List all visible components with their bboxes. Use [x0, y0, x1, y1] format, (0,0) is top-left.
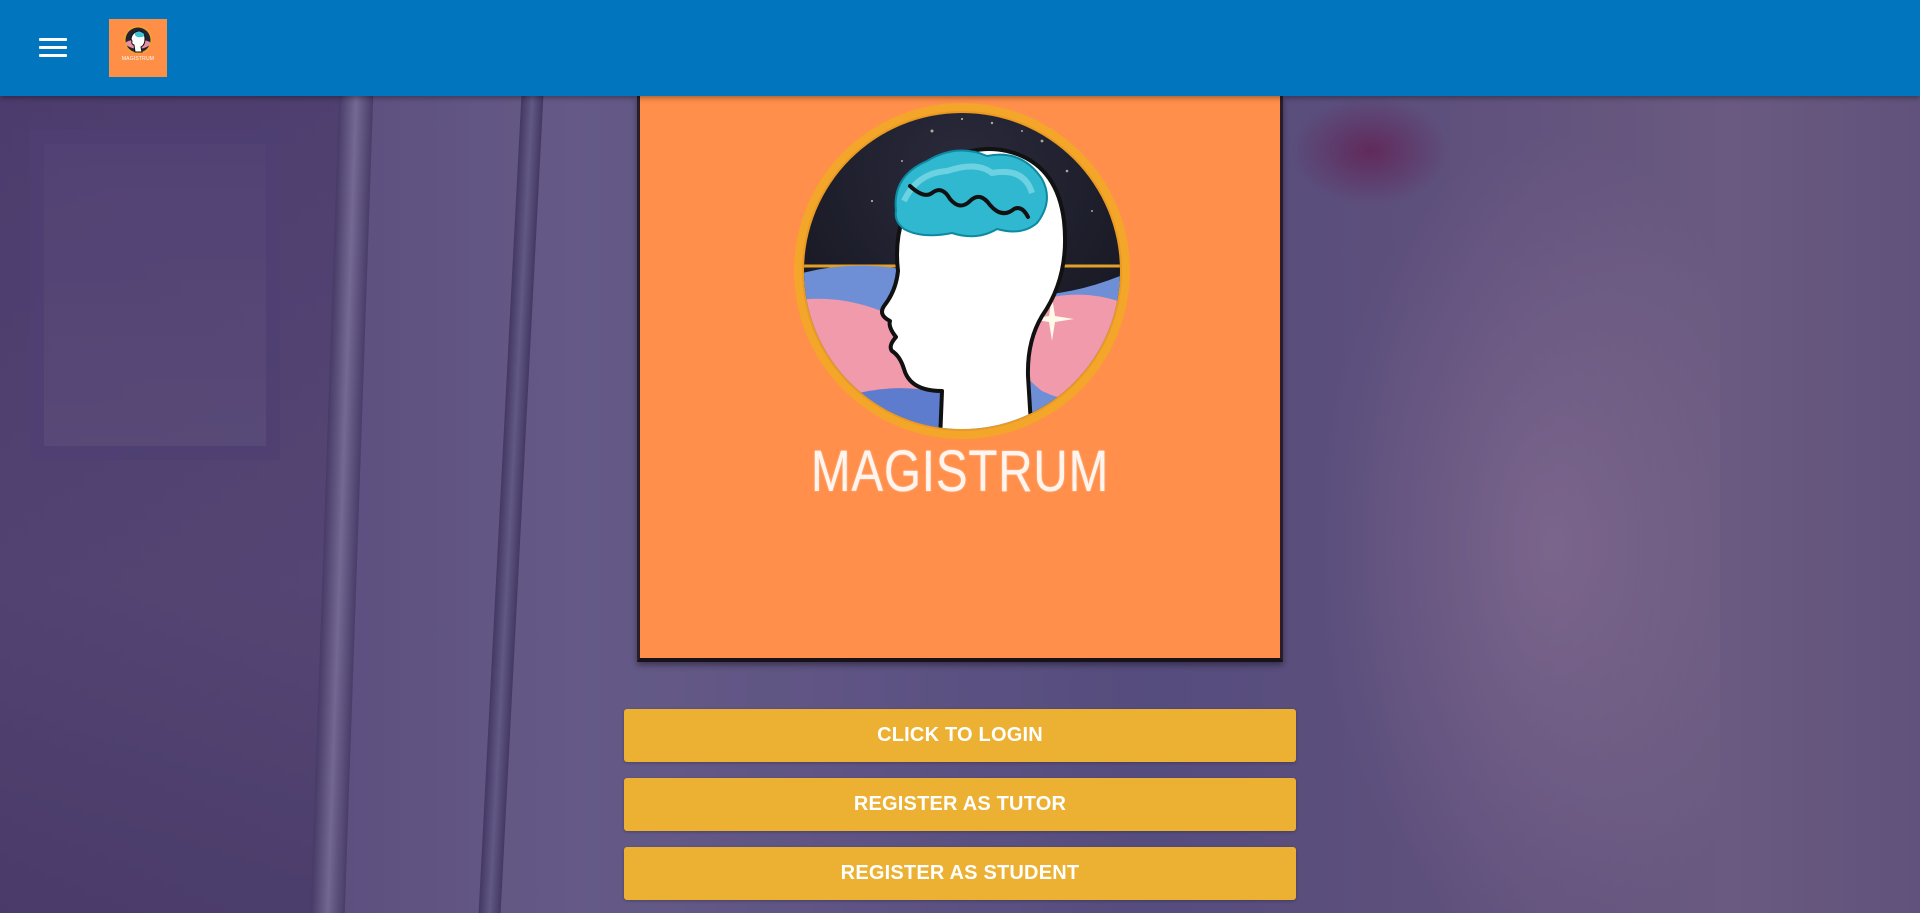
top-app-bar: MAGISTRUM — [0, 0, 1920, 96]
login-button[interactable]: CLICK TO LOGIN — [624, 709, 1296, 762]
brand-name: MAGISTRUM — [810, 439, 1110, 504]
head-emblem-icon — [124, 26, 152, 54]
magistrum-logo-icon[interactable]: MAGISTRUM — [109, 19, 167, 77]
hamburger-menu-icon[interactable] — [34, 32, 72, 64]
small-logo-caption: MAGISTRUM — [121, 56, 155, 62]
brain-head-emblem-icon — [794, 103, 1130, 439]
register-tutor-button[interactable]: REGISTER AS TUTOR — [624, 778, 1296, 831]
brand-logo-card: MAGISTRUM — [637, 96, 1283, 662]
register-student-button[interactable]: REGISTER AS STUDENT — [624, 847, 1296, 900]
action-buttons: CLICK TO LOGIN REGISTER AS TUTOR REGISTE… — [624, 709, 1296, 913]
